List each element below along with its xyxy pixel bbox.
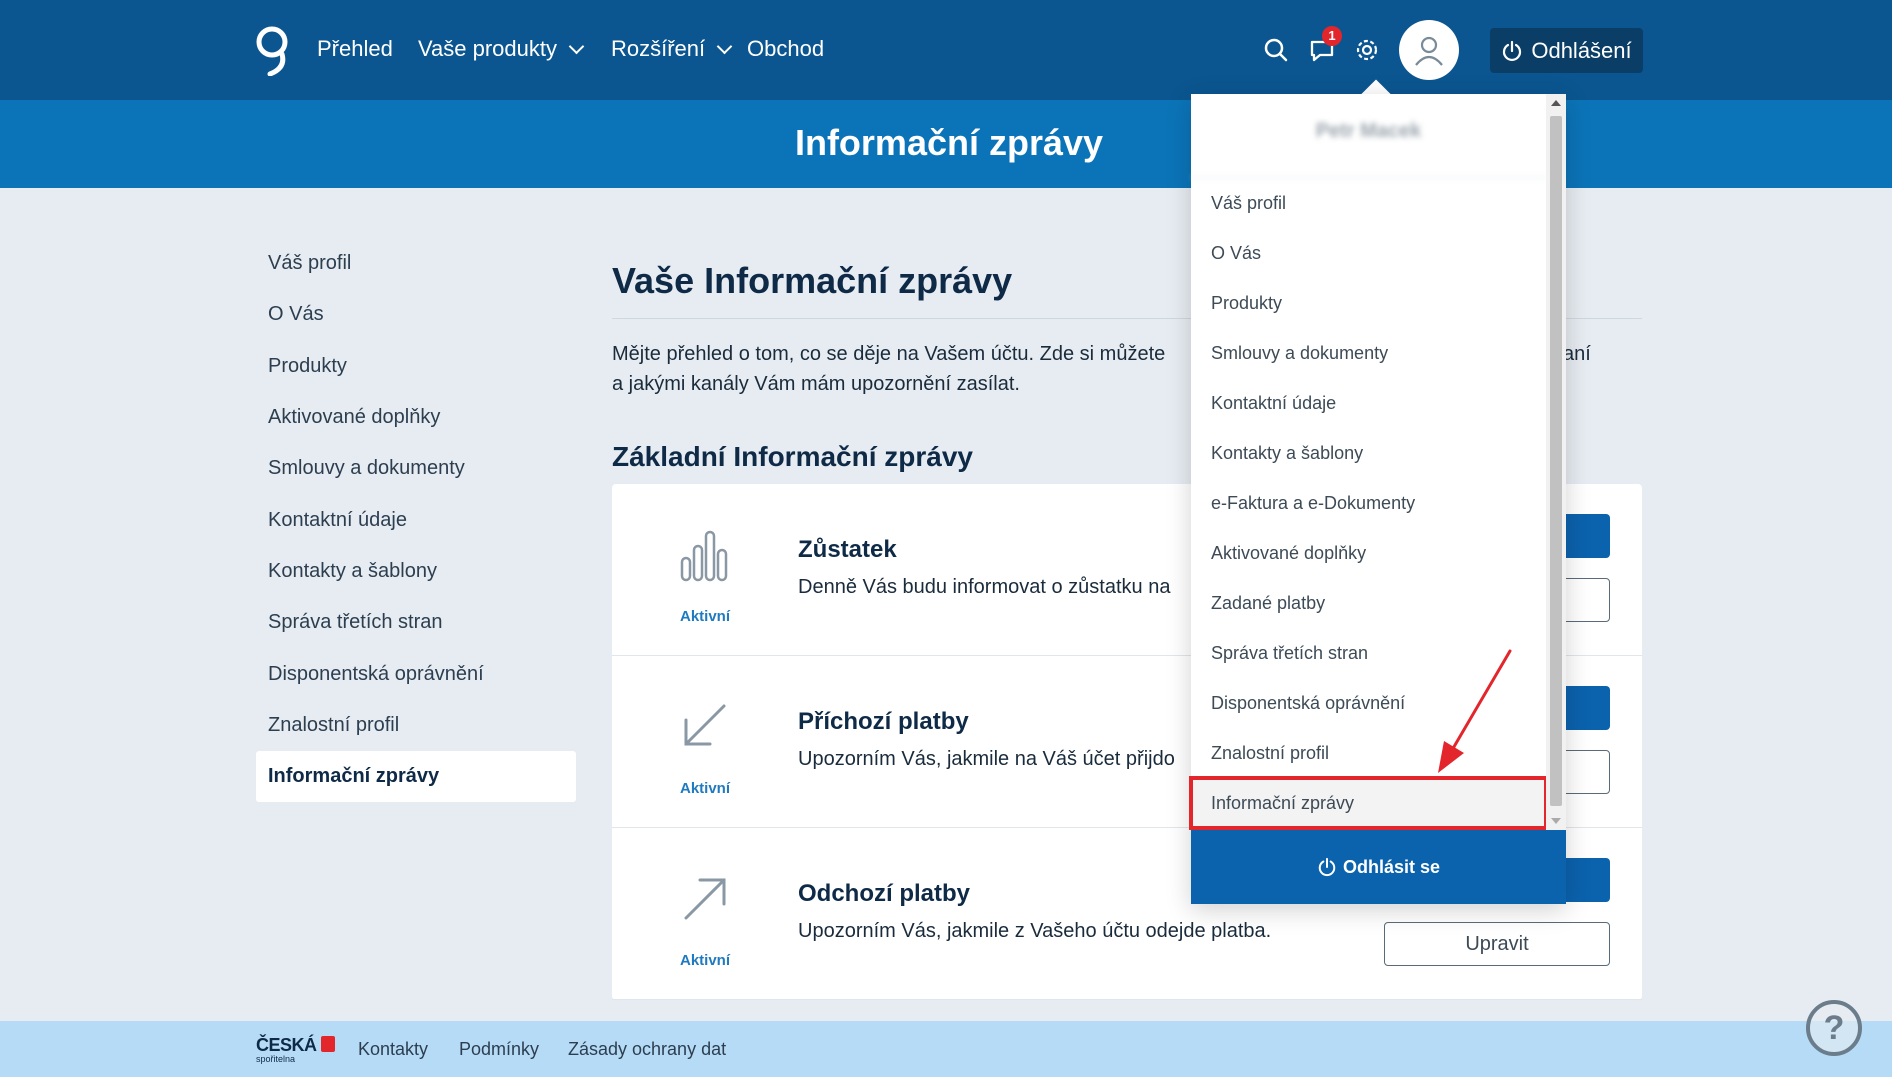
status-badge: Aktivní — [679, 952, 730, 969]
dropdown-item-aktivovane-doplnky[interactable]: Aktivované doplňky — [1191, 528, 1546, 578]
nav-vase-produkty[interactable]: Vaše produkty — [418, 36, 585, 62]
nav-label: Přehled — [317, 36, 393, 61]
sidebar-item-produkty[interactable]: Produkty — [256, 341, 576, 392]
card-title: Příchozí platby — [798, 708, 969, 735]
chevron-down-icon — [716, 38, 733, 54]
search-icon[interactable] — [1260, 34, 1292, 66]
status-badge: Aktivní — [679, 608, 730, 625]
help-icon[interactable]: ? — [1806, 1000, 1862, 1056]
power-icon — [1318, 857, 1336, 877]
avatar[interactable] — [1399, 20, 1459, 80]
notification-badge: 1 — [1322, 26, 1342, 46]
card-title: Zůstatek — [798, 536, 897, 563]
nav-label: Rozšíření — [611, 36, 706, 61]
chevron-down-icon — [568, 38, 585, 54]
top-navigation: Přehled Vaše produkty Rozšíření Obchod 1… — [0, 0, 1892, 100]
dropdown-item-kontakty-sablony[interactable]: Kontakty a šablony — [1191, 428, 1546, 478]
arrow-down-left-icon — [684, 704, 726, 746]
annotation-arrow-icon — [1438, 649, 1512, 773]
dropdown-scrollbar[interactable] — [1546, 94, 1566, 830]
sidebar-item-vas-profil[interactable]: Váš profil — [256, 238, 576, 289]
intro-line-1: Mějte přehled o tom, co se děje na Vašem… — [612, 343, 1166, 365]
dropdown-item-informacni-zpravy[interactable]: Informační zprávy — [1189, 776, 1548, 830]
brand-subname: spořitelna — [256, 1054, 296, 1064]
profile-dropdown: Petr Macek Váš profil O Vás Produkty Sml… — [1189, 94, 1566, 904]
brand-mark-icon — [320, 1036, 335, 1052]
sidebar-item-kontakty-sablony[interactable]: Kontakty a šablony — [256, 546, 576, 597]
power-icon — [1503, 40, 1522, 61]
logout-label: Odhlášení — [1531, 37, 1632, 63]
nav-label: Vaše produkty — [418, 36, 558, 61]
footer-link-zasady[interactable]: Zásady ochrany dat — [568, 1039, 726, 1060]
sidebar-item-smlouvy[interactable]: Smlouvy a dokumenty — [256, 443, 576, 494]
arrow-up-right-icon — [684, 878, 726, 920]
sidebar-item-aktivovane-doplnky[interactable]: Aktivované doplňky — [256, 392, 576, 443]
card-description: Denně Vás budu informovat o zůstatku na — [798, 576, 1171, 598]
sidebar-item-informacni-zpravy[interactable]: Informační zprávy — [256, 750, 576, 803]
dropdown-item-o-vas[interactable]: O Vás — [1191, 228, 1546, 278]
footer: ČESKÁ spořitelna Kontakty Podmínky Zásad… — [0, 1021, 1892, 1077]
brand-name: ČESKÁ — [256, 1035, 317, 1055]
sidebar-item-o-vas[interactable]: O Vás — [256, 289, 576, 340]
dropdown-logout-label: Odhlásit se — [1342, 856, 1441, 877]
scrollbar-thumb[interactable] — [1550, 116, 1562, 806]
edit-button[interactable]: Upravit — [1384, 922, 1610, 966]
card-description: Upozorním Vás, jakmile z Vašeho účtu ode… — [798, 920, 1272, 942]
footer-link-kontakty[interactable]: Kontakty — [358, 1039, 428, 1060]
scroll-down-icon[interactable] — [1551, 818, 1561, 824]
sidebar: Váš profil O Vás Produkty Aktivované dop… — [256, 238, 576, 803]
dropdown-item-vas-profil[interactable]: Váš profil — [1191, 178, 1546, 228]
footer-link-podminky[interactable]: Podmínky — [459, 1039, 539, 1060]
ceska-sporitelna-logo[interactable]: ČESKÁ spořitelna — [256, 1035, 335, 1064]
intro-line-2: a jakými kanály Vám mám upozornění zasíl… — [612, 373, 1020, 395]
sidebar-item-sprava-tretich-stran[interactable]: Správa třetích stran — [256, 597, 576, 648]
page-title: Informační zprávy — [794, 122, 1104, 163]
card-title: Odchozí platby — [798, 880, 971, 907]
nav-obchod[interactable]: Obchod — [747, 36, 824, 62]
nav-prehled[interactable]: Přehled — [317, 36, 393, 62]
scroll-up-icon[interactable] — [1551, 100, 1561, 106]
status-badge: Aktivní — [679, 780, 730, 797]
gear-icon[interactable] — [1351, 34, 1383, 66]
bar-chart-icon — [680, 530, 728, 582]
dropdown-item-smlouvy[interactable]: Smlouvy a dokumenty — [1191, 328, 1546, 378]
nav-label: Obchod — [747, 36, 825, 61]
dropdown-user-name: Petr Macek — [1191, 94, 1546, 178]
sidebar-item-disponentska-opravneni[interactable]: Disponentská oprávnění — [256, 648, 576, 699]
logout-button[interactable]: Odhlášení — [1490, 28, 1643, 73]
dropdown-item-zadane-platby[interactable]: Zadané platby — [1191, 578, 1546, 628]
dropdown-item-e-faktura[interactable]: e-Faktura a e-Dokumenty — [1191, 478, 1546, 528]
nav-rozsireni[interactable]: Rozšíření — [611, 36, 733, 62]
dropdown-logout-button[interactable]: Odhlásit se — [1191, 830, 1566, 904]
user-icon — [1415, 36, 1443, 66]
dropdown-item-produkty[interactable]: Produkty — [1191, 278, 1546, 328]
sidebar-item-kontaktni-udaje[interactable]: Kontaktní údaje — [256, 494, 576, 545]
george-logo-icon[interactable] — [252, 24, 292, 76]
card-description: Upozorním Vás, jakmile na Váš účet přijd… — [798, 748, 1175, 770]
sidebar-item-znalostni-profil[interactable]: Znalostní profil — [256, 700, 576, 751]
dropdown-item-kontaktni-udaje[interactable]: Kontaktní údaje — [1191, 378, 1546, 428]
title-band: Informační zprávy — [0, 100, 1892, 188]
